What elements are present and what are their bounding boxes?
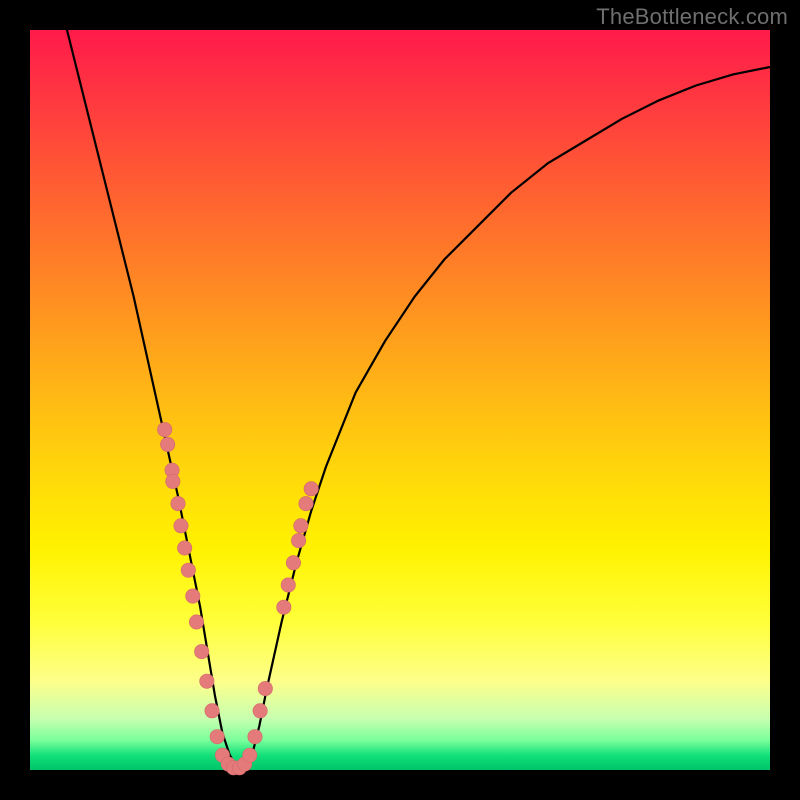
plot-area — [30, 30, 770, 770]
curve-svg — [30, 30, 770, 770]
data-point — [194, 644, 208, 658]
data-point — [243, 748, 257, 762]
chart-frame: TheBottleneck.com — [0, 0, 800, 800]
data-point — [189, 615, 203, 629]
data-point — [258, 681, 272, 695]
data-point — [248, 730, 262, 744]
data-point — [171, 496, 185, 510]
data-point — [157, 422, 171, 436]
data-point — [286, 556, 300, 570]
data-point — [186, 589, 200, 603]
data-point — [160, 437, 174, 451]
data-point — [210, 730, 224, 744]
data-point — [166, 474, 180, 488]
data-point — [291, 533, 305, 547]
data-point — [253, 704, 267, 718]
data-point — [177, 541, 191, 555]
scatter-dots — [157, 422, 318, 775]
watermark-text: TheBottleneck.com — [596, 4, 788, 30]
data-point — [174, 519, 188, 533]
data-point — [200, 674, 214, 688]
data-point — [304, 482, 318, 496]
data-point — [277, 600, 291, 614]
data-point — [294, 519, 308, 533]
data-point — [281, 578, 295, 592]
data-point — [181, 563, 195, 577]
data-point — [299, 496, 313, 510]
data-point — [205, 704, 219, 718]
bottleneck-curve — [30, 0, 770, 768]
